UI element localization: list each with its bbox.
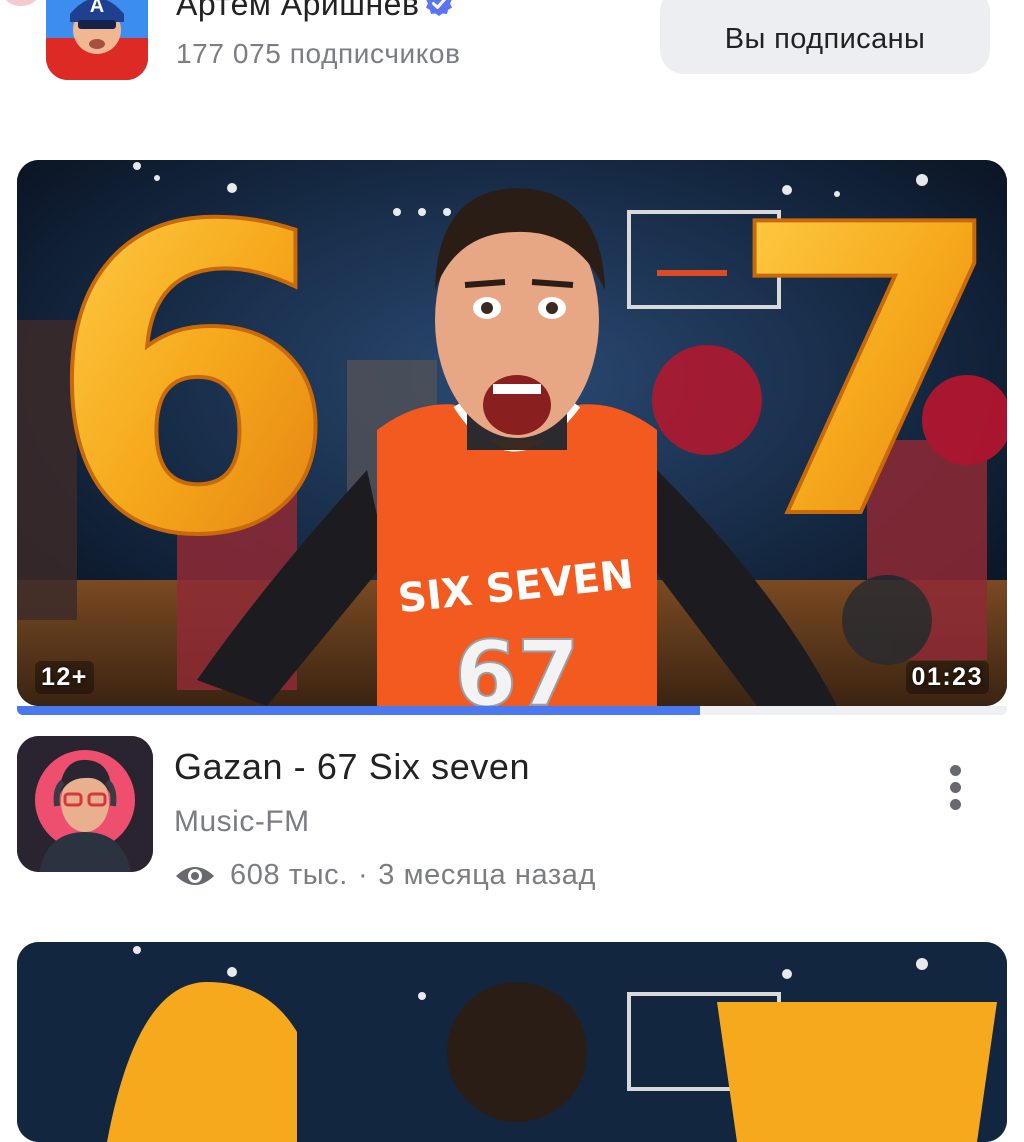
- verified-check-icon: [426, 0, 453, 16]
- next-video-thumbnail[interactable]: [17, 942, 1007, 1142]
- thumbnail-number-seven: 7: [728, 160, 1006, 607]
- more-dot: [949, 764, 961, 776]
- author-avatar-image: [17, 736, 153, 872]
- more-dot: [949, 781, 961, 793]
- thumbnail-artwork: 6 7 SIX SEVEN 67: [17, 160, 1007, 706]
- video-info: Gazan - 67 Six seven Music-FM 608 тыс. ·…: [0, 736, 1024, 906]
- stats-separator: ·: [357, 859, 369, 891]
- view-count: 608 тыс.: [230, 859, 348, 891]
- subscribed-button[interactable]: Вы подписаны: [660, 0, 990, 74]
- watch-progress-fill: [17, 706, 701, 715]
- duration-badge: 01:23: [905, 661, 989, 694]
- channel-avatar[interactable]: A: [46, 0, 148, 80]
- video-stats: 608 тыс. · 3 месяца назад: [174, 859, 596, 892]
- author-avatar[interactable]: [17, 736, 153, 872]
- age-rating-badge: 12+: [35, 661, 94, 694]
- more-dot: [949, 798, 961, 810]
- channel-name[interactable]: Артём Аришнев: [176, 0, 453, 23]
- channel-name-text: Артём Аришнев: [176, 0, 420, 22]
- channel-header: A Артём Аришнев 177 075 подписчиков Вы п…: [0, 0, 1024, 100]
- more-vertical-icon[interactable]: [932, 756, 978, 818]
- subscriber-count: 177 075 подписчиков: [176, 38, 461, 69]
- video-thumbnail[interactable]: 6 7 SIX SEVEN 67 12+ 01:23: [17, 160, 1007, 706]
- channel-avatar-image: A: [46, 0, 148, 80]
- watch-progress-bar: [17, 706, 1007, 715]
- video-title[interactable]: Gazan - 67 Six seven: [174, 746, 530, 788]
- author-name[interactable]: Music-FM: [174, 805, 310, 839]
- jersey-number: 67: [454, 622, 579, 706]
- publish-date: 3 месяца назад: [378, 859, 597, 891]
- svg-text:A: A: [90, 0, 104, 17]
- next-thumbnail-artwork: [17, 942, 1007, 1142]
- eye-icon: [176, 866, 214, 885]
